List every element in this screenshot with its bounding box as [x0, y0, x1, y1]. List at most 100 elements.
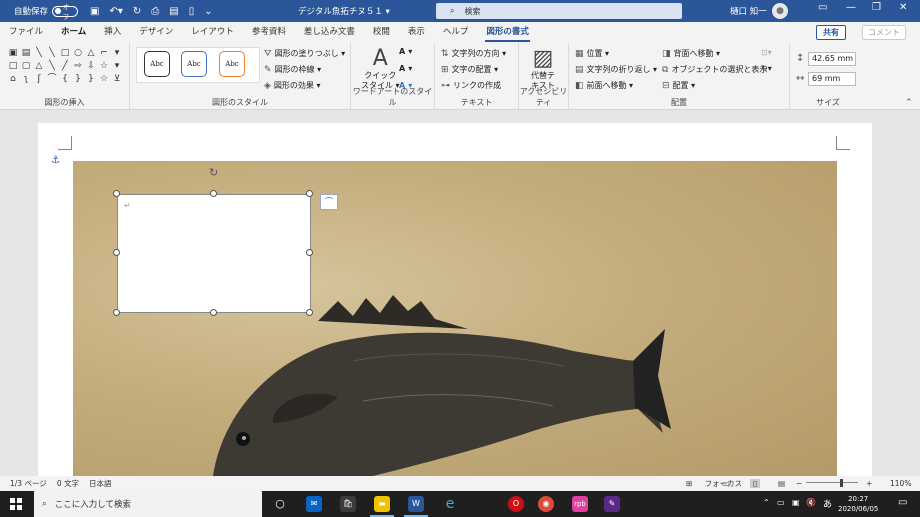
tab-home[interactable]: ホーム — [52, 22, 95, 43]
selected-text-box[interactable]: ↵ — [117, 194, 311, 313]
volume-mute-icon[interactable]: 🔇 — [806, 498, 816, 507]
minimize-icon[interactable]: — — [846, 2, 856, 13]
resize-handle[interactable] — [306, 249, 313, 256]
ime-indicator[interactable]: あ — [823, 497, 832, 510]
document-title[interactable]: デジタル魚拓チヌ５１ ▾ — [298, 5, 390, 17]
ribbon-display-icon[interactable]: ▭ — [818, 2, 827, 13]
resize-handle[interactable] — [210, 190, 217, 197]
taskbar-search[interactable]: ⌕ ここに入力して検索 — [34, 491, 262, 517]
style-sample-blue[interactable]: Abc — [181, 51, 207, 77]
arrow-down-shape-icon[interactable]: ⇩ — [86, 61, 96, 71]
notification-icon[interactable]: ▭ — [898, 497, 907, 508]
internet-explorer-icon[interactable]: e — [442, 496, 458, 512]
tab-insert[interactable]: 挿入 — [95, 22, 130, 43]
page-count[interactable]: 1/3 ページ — [10, 478, 47, 489]
new-document-icon[interactable]: ▯ — [189, 6, 195, 17]
shape-fill-button[interactable]: ⛛ 図形の塗りつぶし ▾ — [264, 48, 345, 59]
star-shape-icon[interactable]: ☆ — [99, 74, 109, 84]
focus-mode-button[interactable]: ⊞ フォーカス — [676, 478, 742, 489]
clock[interactable]: 20:27 2020/06/05 — [838, 494, 878, 514]
resize-handle[interactable] — [113, 190, 120, 197]
collapse-ribbon-icon[interactable]: ⌃ — [905, 98, 913, 108]
opera-icon[interactable]: O — [508, 496, 524, 512]
freeform-shape-icon[interactable]: ⌂ — [8, 74, 18, 84]
zoom-out-icon[interactable]: − — [796, 479, 802, 488]
rectangle-shape-icon[interactable]: □ — [8, 61, 18, 71]
tab-review[interactable]: 校閲 — [364, 22, 399, 43]
brace-shape-icon[interactable]: } — [73, 74, 83, 84]
language[interactable]: 日本語 — [89, 478, 112, 489]
resize-handle[interactable] — [210, 309, 217, 316]
redo-icon[interactable]: ↻ — [133, 6, 141, 17]
wrap-text-button[interactable]: ▤ 文字列の折り返し ▾ — [575, 64, 657, 75]
line-shape-icon[interactable]: ╲ — [47, 61, 57, 71]
shape-effects-button[interactable]: ◈ 図形の効果 ▾ — [264, 80, 320, 91]
text-direction-button[interactable]: ⇅ 文字列の方向 ▾ — [441, 48, 506, 59]
zoom-in-icon[interactable]: + — [866, 479, 872, 488]
close-icon[interactable]: ✕ — [899, 2, 907, 13]
bring-forward-button[interactable]: ◧ 前面へ移動 ▾ — [575, 80, 633, 91]
undo-icon[interactable]: ↶▾ — [109, 6, 122, 17]
text-fill-button[interactable]: A ▾ — [399, 47, 412, 56]
shape-width-input[interactable]: 69 mm — [808, 72, 856, 86]
style-sample-black[interactable]: Abc — [144, 51, 170, 77]
line-shape-icon[interactable]: ╲ — [47, 48, 57, 58]
read-mode-icon[interactable]: ▭ — [722, 479, 729, 488]
rotate-handle-icon[interactable]: ↻ — [209, 166, 218, 179]
customize-toolbar-icon[interactable]: ⌄ — [204, 6, 212, 17]
tab-shape-format[interactable]: 図形の書式 — [477, 22, 538, 43]
save-icon[interactable]: ▣ — [90, 6, 99, 17]
curve-shape-icon[interactable]: ʅ — [21, 74, 31, 84]
more-shapes-icon[interactable]: ▾ — [112, 48, 122, 58]
arrow-shape-icon[interactable]: ⇨ — [73, 61, 83, 71]
web-layout-icon[interactable]: ▤ — [778, 479, 785, 488]
resize-handle[interactable] — [113, 309, 120, 316]
line-shape-icon[interactable]: ╲ — [34, 48, 44, 58]
line-shape-icon[interactable]: ╱ — [60, 61, 70, 71]
windows-start-icon[interactable] — [10, 498, 22, 510]
comment-button[interactable]: コメント — [862, 25, 906, 40]
rectangle-shape-icon[interactable]: □ — [60, 48, 70, 58]
tab-layout[interactable]: レイアウト — [182, 22, 243, 43]
triangle-shape-icon[interactable]: △ — [86, 48, 96, 58]
word-count[interactable]: 0 文字 — [57, 478, 79, 489]
scribble-shape-icon[interactable]: ʃ — [34, 74, 44, 84]
shape-outline-button[interactable]: ✎ 図形の枠線 ▾ — [264, 64, 321, 75]
search-box[interactable]: ⌕ 検索 — [436, 3, 682, 19]
tab-mailings[interactable]: 差し込み文書 — [295, 22, 364, 43]
angle-shape-icon[interactable]: ⌐ — [99, 48, 109, 58]
text-outline-button[interactable]: A ▾ — [399, 64, 412, 73]
rounded-rectangle-shape-icon[interactable]: ▢ — [21, 61, 31, 71]
user-name[interactable]: 樋口 知一 — [730, 5, 767, 17]
zoom-slider-thumb[interactable] — [840, 479, 843, 487]
shape-height-input[interactable]: 42.65 mm — [808, 52, 856, 66]
style-sample-orange[interactable]: Abc — [219, 51, 245, 77]
oval-shape-icon[interactable]: ○ — [73, 48, 83, 58]
rpb-app-icon[interactable]: rpb — [572, 496, 588, 512]
chrome-icon[interactable]: ◉ — [538, 496, 554, 512]
tray-expand-icon[interactable]: ⌃ — [763, 498, 770, 507]
create-link-button[interactable]: ⊶ リンクの作成 — [441, 80, 501, 91]
tab-design[interactable]: デザイン — [130, 22, 182, 43]
print-preview-icon[interactable]: ⎙ — [151, 6, 159, 17]
position-button[interactable]: ▦ 位置 ▾ — [575, 48, 609, 59]
alt-text-button[interactable]: ▨ 代替テ キスト — [531, 47, 555, 91]
battery-icon[interactable]: ▭ — [777, 498, 785, 507]
autosave-toggle[interactable]: オフ — [52, 3, 79, 21]
paint-app-icon[interactable]: ✎ — [604, 496, 620, 512]
restore-icon[interactable]: ❐ — [872, 2, 881, 13]
tab-file[interactable]: ファイル — [0, 22, 52, 43]
network-icon[interactable]: ▣ — [792, 498, 800, 507]
text-align-button[interactable]: ⊞ 文字の配置 ▾ — [441, 64, 498, 75]
store-icon[interactable]: 🛍 — [340, 496, 356, 512]
star-shape-icon[interactable]: ☆ — [99, 61, 109, 71]
mail-icon[interactable]: ✉ — [306, 496, 322, 512]
expand-shapes-icon[interactable]: ⊻ — [112, 74, 122, 84]
resize-handle[interactable] — [306, 309, 313, 316]
resize-handle[interactable] — [306, 190, 313, 197]
vertical-textbox-shape-icon[interactable]: ▤ — [21, 48, 31, 58]
rotate-button[interactable]: ↻▾ — [761, 64, 772, 73]
share-button[interactable]: 共有 — [816, 25, 846, 40]
align-button[interactable]: ⊟ 配置 ▾ — [662, 80, 695, 91]
avatar[interactable]: ● — [772, 3, 788, 19]
